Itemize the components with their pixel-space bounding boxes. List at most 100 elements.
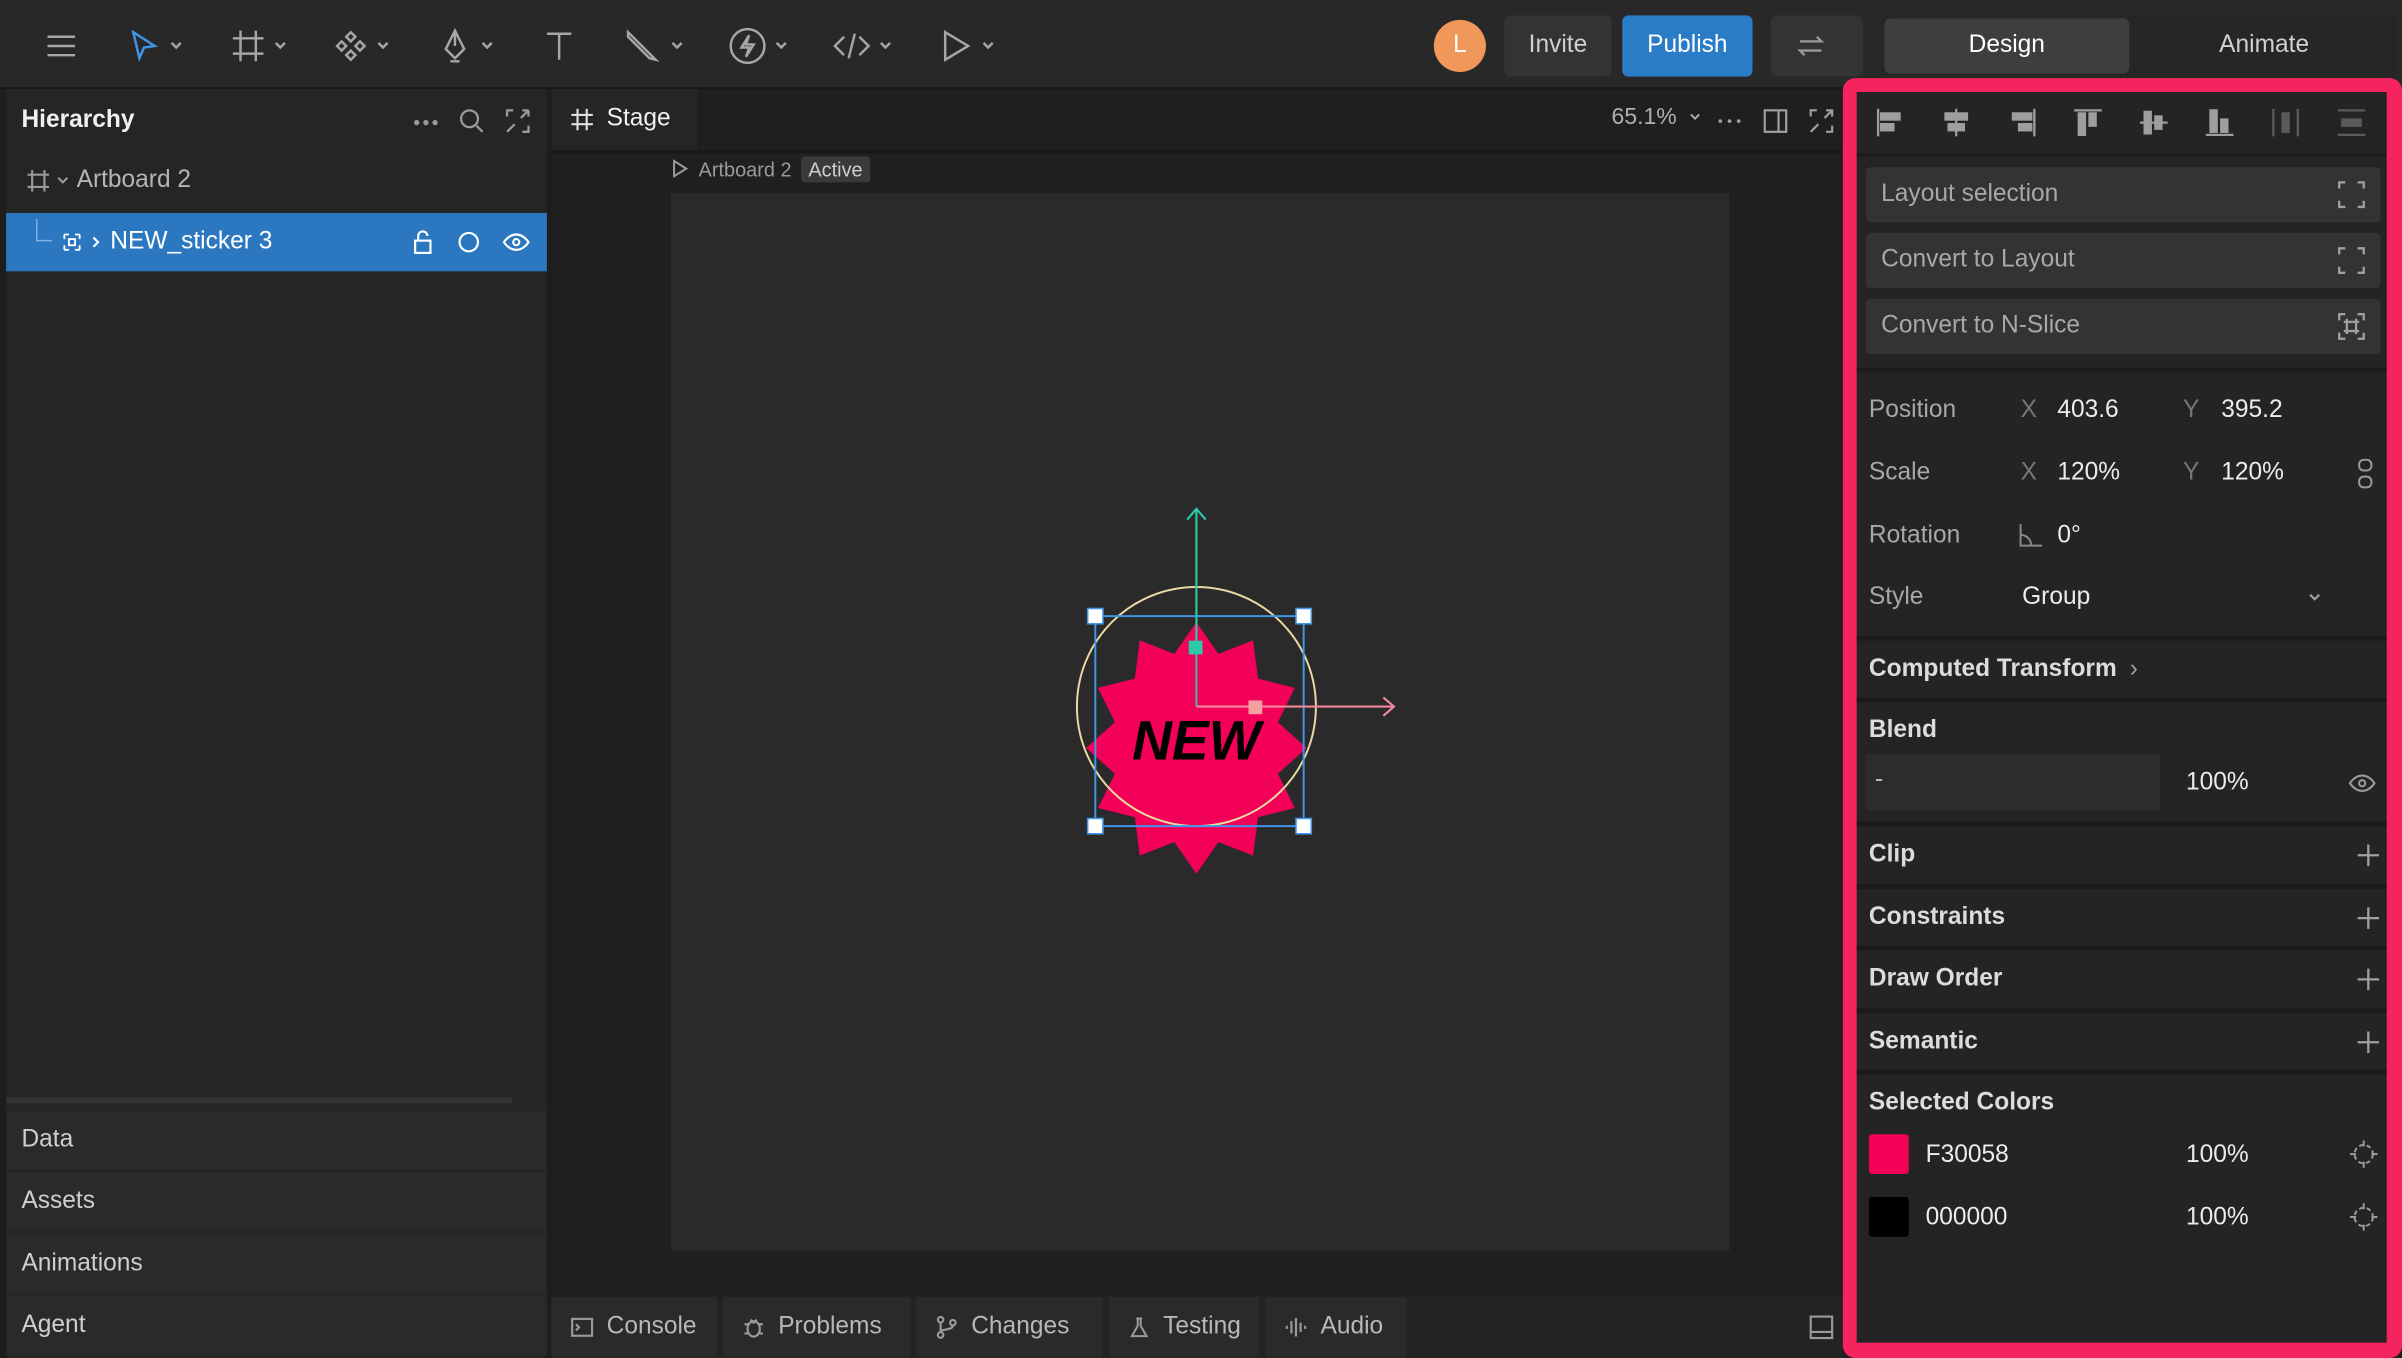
add-clip-icon[interactable] [2356, 843, 2381, 868]
layout-selection-button[interactable]: Layout selection [1865, 167, 2381, 223]
code-tool-button[interactable] [832, 15, 893, 76]
add-constraint-icon[interactable] [2356, 906, 2381, 931]
chevron-right-icon: › [2129, 655, 2138, 683]
color-hex[interactable]: 000000 [1926, 1205, 2008, 1233]
tab-animate[interactable]: Animate [2142, 18, 2387, 73]
search-icon[interactable] [458, 107, 486, 135]
scale-y-input[interactable]: 120% [2221, 460, 2284, 488]
panel-toggle-icon[interactable] [1808, 1314, 1836, 1342]
align-right-icon[interactable] [2007, 107, 2038, 138]
semantic-header[interactable]: Semantic [1869, 1028, 1978, 1056]
add-draw-order-icon[interactable] [2356, 967, 2381, 992]
link-scale-icon[interactable] [2356, 458, 2374, 489]
position-x-input[interactable]: 403.6 [2057, 397, 2118, 425]
gizmo-x-handle [1248, 700, 1263, 715]
play-tool-button[interactable] [938, 15, 996, 76]
select-tool-button[interactable] [126, 15, 184, 76]
distribute-h-icon[interactable] [2270, 107, 2301, 138]
expand-icon[interactable] [1808, 107, 1836, 135]
tab-audio[interactable]: Audio [1265, 1296, 1407, 1358]
more-icon[interactable] [412, 110, 440, 135]
section-divider [1856, 1008, 2387, 1014]
eye-icon[interactable] [2348, 771, 2376, 796]
artboard-canvas[interactable]: NEW [670, 193, 1730, 1251]
align-toolbar [1856, 92, 2387, 157]
align-left-icon[interactable] [1875, 107, 1906, 138]
constraints-header[interactable]: Constraints [1869, 904, 2005, 932]
zoom-value: 65.1% [1611, 104, 1677, 131]
artboard-tool-button[interactable] [230, 15, 288, 76]
target-icon[interactable] [2349, 1140, 2378, 1168]
section-animations[interactable]: Animations [6, 1235, 547, 1294]
lock-open-icon[interactable] [411, 230, 436, 255]
eye-icon[interactable] [502, 230, 530, 255]
color-swatch[interactable] [1868, 1134, 1909, 1175]
color-hex[interactable]: F30058 [1926, 1142, 2009, 1170]
color-swatch[interactable] [1868, 1197, 1909, 1237]
publish-button[interactable]: Publish [1622, 15, 1753, 77]
scrollbar[interactable] [6, 1097, 512, 1104]
chevron-right-icon [92, 236, 100, 248]
zoom-level[interactable]: 65.1% [1612, 104, 1702, 130]
pen-tool-button[interactable] [437, 15, 495, 76]
color-opacity[interactable]: 100% [2186, 1205, 2249, 1233]
tab-problems[interactable]: Problems [723, 1296, 910, 1358]
section-assets[interactable]: Assets [6, 1172, 547, 1231]
chevron-down-icon [1689, 113, 1700, 120]
expand-icon[interactable] [504, 107, 532, 135]
clip-header[interactable]: Clip [1869, 841, 1915, 869]
style-label: Style [1868, 583, 1924, 611]
split-view-icon[interactable] [1762, 107, 1790, 135]
align-bottom-icon[interactable] [2204, 107, 2235, 138]
breadcrumb: Artboard 2 Active [671, 153, 871, 184]
event-tool-button[interactable] [728, 15, 789, 76]
convert-to-layout-button[interactable]: Convert to Layout [1865, 232, 2381, 289]
tab-design[interactable]: Design [1884, 18, 2130, 74]
section-label: Computed Transform [1868, 655, 2117, 683]
rotation-input[interactable]: 0° [2057, 523, 2080, 551]
computed-transform-header[interactable]: Computed Transform › [1869, 656, 2138, 684]
tab-testing[interactable]: Testing [1109, 1296, 1260, 1358]
hash-icon [27, 170, 50, 192]
color-opacity[interactable]: 100% [2186, 1142, 2249, 1170]
align-top-icon[interactable] [2073, 107, 2104, 138]
scale-x-input[interactable]: 120% [2057, 460, 2120, 488]
selected-colors-header: Selected Colors [1868, 1089, 2055, 1116]
user-avatar[interactable]: L [1433, 19, 1486, 73]
tab-changes[interactable]: Changes [916, 1296, 1103, 1358]
tab-console[interactable]: Console [551, 1296, 717, 1358]
scale-label: Scale [1868, 459, 1931, 486]
more-icon[interactable] [1716, 110, 1744, 131]
tree-item-sticker[interactable]: NEW_sticker 3 [6, 213, 547, 272]
bone-tool-button[interactable] [623, 15, 684, 76]
style-select[interactable]: Group [2022, 584, 2090, 612]
target-icon[interactable] [2349, 1203, 2378, 1231]
distribute-v-icon[interactable] [2336, 107, 2367, 138]
blend-mode-select[interactable]: - [1865, 754, 2160, 811]
align-center-h-icon[interactable] [1941, 107, 1972, 138]
section-data[interactable]: Data [6, 1111, 547, 1170]
text-tool-button[interactable] [541, 15, 578, 76]
tree-item-artboard[interactable]: Artboard 2 [6, 152, 547, 210]
section-agent[interactable]: Agent [6, 1296, 547, 1355]
align-middle-v-icon[interactable] [2139, 107, 2170, 138]
chevron-down-icon[interactable] [2307, 590, 2322, 605]
top-toolbar: L Invite Publish Design Animate [0, 0, 2402, 89]
swap-arrows-icon [1797, 35, 1825, 56]
component-tool-button[interactable] [332, 15, 390, 76]
blend-opacity-input[interactable]: 100% [2186, 769, 2249, 797]
add-semantic-icon[interactable] [2356, 1030, 2381, 1055]
play-icon [943, 30, 971, 62]
position-y-input[interactable]: 395.2 [2221, 397, 2282, 425]
draw-order-header[interactable]: Draw Order [1869, 966, 2002, 994]
scale-y-axis: Y [2182, 459, 2200, 486]
tab-label: Changes [971, 1313, 1070, 1340]
swap-button[interactable] [1770, 15, 1863, 77]
code-icon [833, 33, 871, 59]
tab-stage[interactable]: Stage [551, 88, 698, 151]
solo-circle-icon[interactable] [457, 230, 482, 255]
convert-to-nslice-button[interactable]: Convert to N-Slice [1865, 298, 2381, 355]
invite-button[interactable]: Invite [1504, 15, 1612, 77]
menu-icon[interactable] [43, 15, 80, 76]
section-divider [1856, 884, 2387, 889]
